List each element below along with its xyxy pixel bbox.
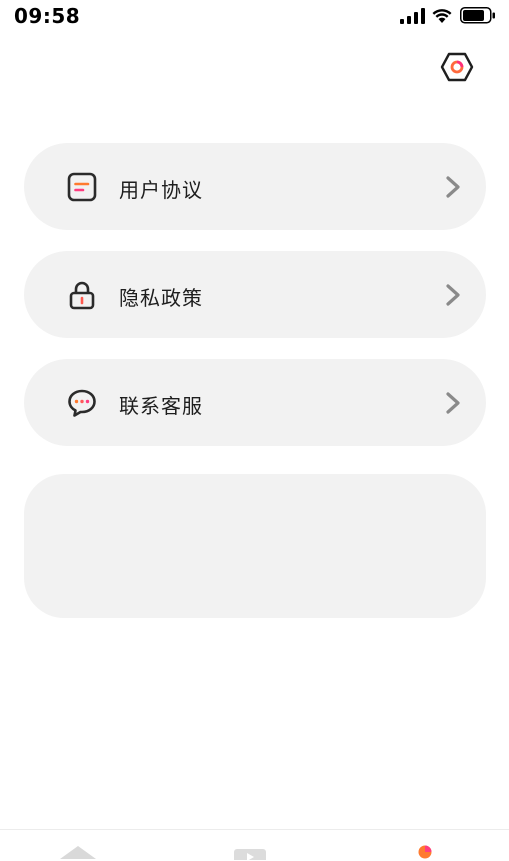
home-icon[interactable] [56, 843, 100, 861]
bottom-tab-bar [0, 829, 509, 861]
menu-item-label: 用户协议 [119, 178, 203, 202]
document-icon [67, 172, 97, 202]
settings-button[interactable] [440, 51, 474, 83]
lock-icon [69, 281, 95, 310]
menu-item-label: 隐私政策 [119, 286, 203, 310]
menu-item-customer-service[interactable]: 联系客服 [24, 359, 486, 446]
profile-icon[interactable] [410, 843, 440, 861]
chevron-right-icon [446, 392, 460, 414]
status-bar: 09:58 [0, 0, 509, 34]
signal-icon [400, 8, 425, 24]
menu-item-user-agreement[interactable]: 用户协议 [24, 143, 486, 230]
menu-item-privacy-policy[interactable]: 隐私政策 [24, 251, 486, 338]
chevron-right-icon [446, 284, 460, 306]
menu-item-label: 联系客服 [119, 394, 203, 418]
chat-bubble-icon [68, 389, 96, 417]
blank-card [24, 474, 486, 618]
chevron-right-icon [446, 176, 460, 198]
battery-icon [460, 7, 495, 24]
status-time: 09:58 [14, 4, 81, 28]
hexagon-settings-icon [440, 52, 474, 82]
wifi-icon [432, 9, 452, 23]
